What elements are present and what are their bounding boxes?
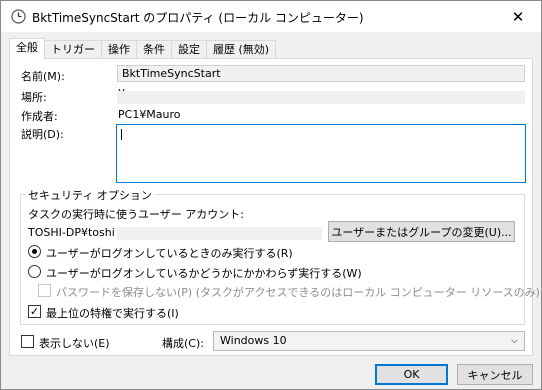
no-store-password-label[interactable]: パスワードを保存しない(P) (タスクがアクセスできるのはローカル コンピュータ… [56,284,540,300]
account-prompt: タスクの実行時に使うユーザー アカウント: [28,208,244,221]
security-options-title: セキュリティ オプション [26,187,154,203]
name-field[interactable]: BktTimeSyncStart [117,65,525,82]
clock-icon [11,9,26,24]
close-button[interactable]: ✕ [495,1,541,32]
location-label: 場所: [21,91,47,104]
hidden-checkbox[interactable] [21,335,34,348]
run-logged-on-only-label[interactable]: ユーザーがログオンしているときのみ実行する(R) [46,245,293,261]
general-panel: 名前(M): BktTimeSyncStart 場所: ¥ 作成者: PC1¥M… [9,58,540,356]
window-title: BktTimeSyncStart のプロパティ (ローカル コンピューター) [32,11,364,25]
tab-triggers[interactable]: トリガー [44,40,102,59]
account-value: TOSHI-DP¥toshi [28,226,115,239]
account-field-bg [117,227,322,240]
change-user-button[interactable]: ユーザーまたはグループの変更(U)... [328,221,515,242]
description-label: 説明(D): [21,128,64,141]
configure-select[interactable]: Windows 10 ⌵ [213,331,525,351]
ok-button[interactable]: OK [375,364,448,385]
properties-dialog: BktTimeSyncStart のプロパティ (ローカル コンピューター) ✕… [0,0,542,390]
author-value[interactable]: PC1¥Mauro [118,108,181,121]
cancel-button[interactable]: キャンセル [457,364,533,385]
tab-actions[interactable]: 操作 [101,40,137,59]
tab-general[interactable]: 全般 [9,38,45,59]
tab-conditions[interactable]: 条件 [136,40,172,59]
run-whether-logged-on-radio[interactable] [28,265,41,278]
tab-history[interactable]: 履歴 (無効) [206,40,277,59]
no-store-password-checkbox[interactable] [38,284,51,297]
description-textarea[interactable] [116,124,526,183]
tab-settings[interactable]: 設定 [171,40,207,59]
run-whether-logged-on-label[interactable]: ユーザーがログオンしているかどうかにかかわらず実行する(W) [46,265,362,281]
name-label: 名前(M): [21,70,65,83]
close-icon: ✕ [511,7,525,26]
text-caret [121,129,122,140]
configure-value: Windows 10 [220,334,287,347]
check-icon: ✓ [29,305,40,318]
hidden-label[interactable]: 表示しない(E) [39,335,110,351]
author-label: 作成者: [21,110,58,123]
run-logged-on-only-radio[interactable] [28,245,41,258]
location-field-bg [117,91,525,104]
title-bar[interactable]: BktTimeSyncStart のプロパティ (ローカル コンピューター) ✕ [1,1,541,32]
tab-strip: 全般 トリガー 操作 条件 設定 履歴 (無効) [9,38,277,59]
highest-privileges-label[interactable]: 最上位の特権で実行する(I) [46,305,179,321]
chevron-down-icon: ⌵ [511,336,518,346]
configure-label: 構成(C): [162,337,204,350]
highest-privileges-checkbox[interactable]: ✓ [28,305,41,318]
